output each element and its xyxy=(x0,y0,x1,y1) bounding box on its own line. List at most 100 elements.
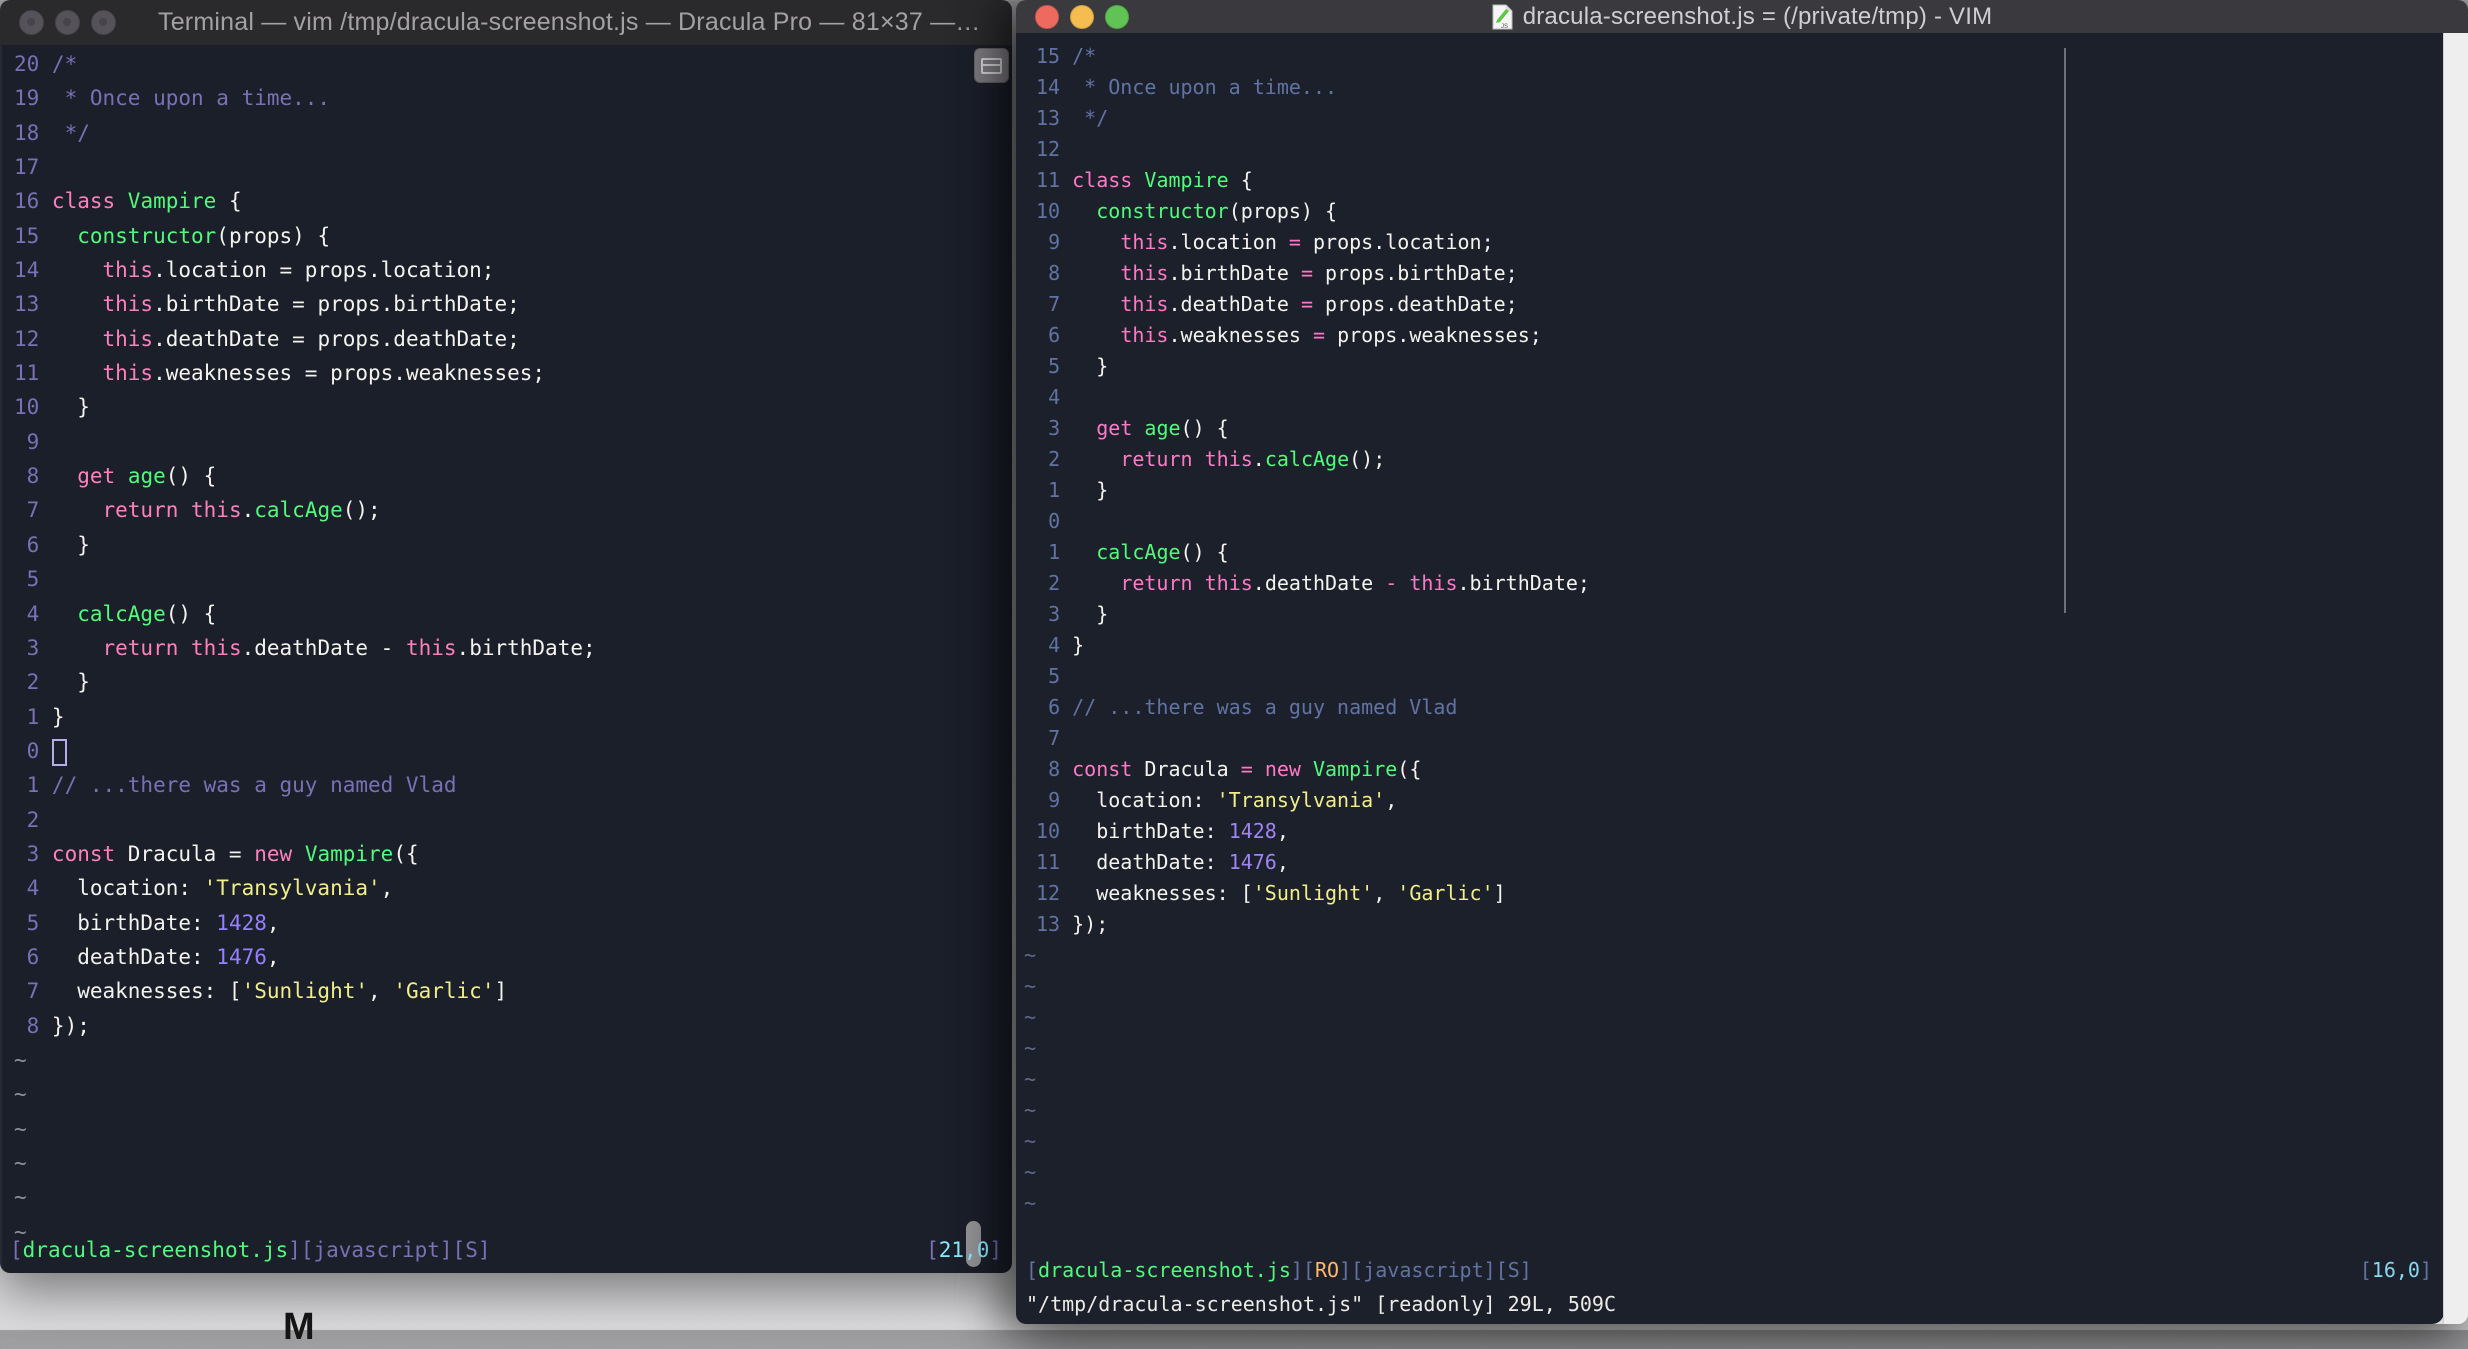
empty-line-tilde: ~ xyxy=(1024,1005,1037,1029)
code-line[interactable]: 6 } xyxy=(14,528,1012,562)
code-token: ({ xyxy=(393,841,419,866)
code-line[interactable]: 8}); xyxy=(14,1009,1012,1043)
code-line[interactable]: 13 */ xyxy=(1024,103,2444,134)
code-line[interactable]: 9 location: 'Transylvania', xyxy=(1024,785,2444,816)
code-line[interactable]: 5 xyxy=(14,562,1012,596)
code-line[interactable]: 3 get age() { xyxy=(1024,413,2444,444)
terminal-titlebar[interactable]: Terminal — vim /tmp/dracula-screenshot.j… xyxy=(0,0,1012,46)
code-token: } xyxy=(51,395,90,420)
split-pane-button[interactable] xyxy=(974,48,1009,83)
code-token: props.birthDate; xyxy=(1312,261,1518,285)
code-line[interactable]: 8 this.birthDate = props.birthDate; xyxy=(1024,258,2444,289)
code-line[interactable]: 4 calcAge() { xyxy=(14,597,1012,631)
code-line[interactable]: 7 return this.calcAge(); xyxy=(14,493,1012,527)
code-token: 'Transylvania' xyxy=(203,876,381,901)
code-line[interactable]: 4 xyxy=(1024,382,2444,413)
code-line[interactable]: 3 const Dracula = new Vampire({ xyxy=(14,837,1012,871)
code-line[interactable]: 11 class Vampire { xyxy=(1024,165,2444,196)
code-line[interactable]: 13 this.birthDate = props.birthDate; xyxy=(14,287,1012,321)
macvim-content[interactable]: 15/* 14 * Once upon a time... 13 */12 11 cla… xyxy=(1016,33,2444,1324)
code-token: // ...there was a guy named Vlad xyxy=(51,773,457,798)
code-token: } xyxy=(1072,633,1085,657)
code-line[interactable]: 15 /* xyxy=(1024,41,2444,72)
code-line[interactable]: 2 return this.calcAge(); xyxy=(1024,444,2444,475)
vim-buffer-right[interactable]: 15/* 14 * Once upon a time... 13 */12 11 cla… xyxy=(1016,41,2444,1219)
overlay-scrollbar-thumb[interactable] xyxy=(2064,48,2066,613)
code-line[interactable]: 20 /* xyxy=(14,47,1012,81)
line-number: 7 xyxy=(26,498,40,523)
code-line[interactable]: 8 get age() { xyxy=(14,459,1012,493)
minimize-button[interactable] xyxy=(1070,4,1094,29)
code-token: ] xyxy=(1493,881,1506,905)
code-line[interactable]: 12 this.deathDate = props.deathDate; xyxy=(14,322,1012,356)
line-number: 0 xyxy=(1048,509,1061,533)
code-line[interactable]: 5 } xyxy=(1024,351,2444,382)
macvim-titlebar[interactable]: JS dracula-screenshot.js = (/private/tmp… xyxy=(1016,0,2468,34)
zoom-button[interactable] xyxy=(1105,4,1129,29)
code-line[interactable]: 7 weaknesses: ['Sunlight', 'Garlic'] xyxy=(14,974,1012,1008)
code-line[interactable]: 2 return this.deathDate - this.birthDate… xyxy=(1024,568,2444,599)
code-line[interactable]: 1 // ...there was a guy named Vlad xyxy=(14,768,1012,802)
code-line[interactable]: 10 } xyxy=(14,390,1012,424)
macvim-scrollbar-track[interactable] xyxy=(2443,33,2468,1324)
code-line[interactable]: 7 xyxy=(1024,723,2444,754)
close-button[interactable] xyxy=(19,10,44,35)
code-line[interactable]: 7 this.deathDate = props.deathDate; xyxy=(1024,289,2444,320)
terminal-content[interactable]: 20/* 19 * Once upon a time... 18 */17 16 cla… xyxy=(0,45,1012,1273)
empty-line-tilde: ~ xyxy=(14,1082,27,1107)
code-line[interactable]: 12 weaknesses: ['Sunlight', 'Garlic'] xyxy=(1024,878,2444,909)
code-line[interactable]: 2 } xyxy=(14,665,1012,699)
code-token: calcAge xyxy=(1096,540,1181,564)
code-token: - xyxy=(1385,571,1398,595)
code-line[interactable]: 10 birthDate: 1428, xyxy=(1024,816,2444,847)
code-line[interactable]: 15 constructor(props) { xyxy=(14,219,1012,253)
code-line[interactable]: 6 deathDate: 1476, xyxy=(14,940,1012,974)
code-token: return xyxy=(102,635,179,660)
code-line[interactable]: 12 xyxy=(1024,134,2444,165)
code-token: props.location; xyxy=(1300,230,1494,254)
vim-statusline-right: [dracula-screenshot.js][RO][javascript][… xyxy=(1026,1256,2432,1284)
code-line[interactable]: 18 */ xyxy=(14,116,1012,150)
code-token: .deathDate = props.deathDate; xyxy=(153,326,520,351)
code-line[interactable]: 9 xyxy=(14,425,1012,459)
code-line[interactable]: 1 } xyxy=(1024,475,2444,506)
code-token: return xyxy=(1120,571,1193,595)
code-line[interactable]: 5 birthDate: 1428, xyxy=(14,906,1012,940)
code-line[interactable]: 0 xyxy=(14,734,1012,768)
minimize-button[interactable] xyxy=(55,10,80,35)
code-line[interactable]: 4 location: 'Transylvania', xyxy=(14,871,1012,905)
code-token: ][ xyxy=(439,1238,466,1262)
code-line[interactable]: 13}); xyxy=(1024,909,2444,940)
code-line[interactable]: 3 return this.deathDate - this.birthDate… xyxy=(14,631,1012,665)
code-line[interactable]: 11 this.weaknesses = props.weaknesses; xyxy=(14,356,1012,390)
empty-line-tilde: ~ xyxy=(1024,974,1037,998)
zoom-button[interactable] xyxy=(91,10,116,35)
code-line[interactable]: 6 this.weaknesses = props.weaknesses; xyxy=(1024,320,2444,351)
code-line[interactable]: 1 calcAge() { xyxy=(1024,537,2444,568)
code-line[interactable]: 0 xyxy=(1024,506,2444,537)
code-line[interactable]: 1} xyxy=(14,700,1012,734)
code-token: 1476 xyxy=(216,944,267,969)
code-token: .birthDate = props.birthDate; xyxy=(153,292,520,317)
code-line[interactable]: 9 this.location = props.location; xyxy=(1024,227,2444,258)
vim-buffer-left[interactable]: 20/* 19 * Once upon a time... 18 */17 16 cla… xyxy=(2,47,1012,1249)
code-token: ({ xyxy=(1397,757,1422,781)
svg-text:JS: JS xyxy=(1501,24,1508,30)
code-line[interactable]: 19 * Once upon a time... xyxy=(14,81,1012,115)
code-line[interactable]: 2 xyxy=(14,803,1012,837)
code-line[interactable]: 5 xyxy=(1024,661,2444,692)
close-button[interactable] xyxy=(1035,4,1059,29)
code-token: Vampire xyxy=(304,841,394,866)
code-line[interactable]: 11 deathDate: 1476, xyxy=(1024,847,2444,878)
code-token: weaknesses: [ xyxy=(1072,881,1253,905)
code-line[interactable]: 17 xyxy=(14,150,1012,184)
code-line[interactable]: 14 this.location = props.location; xyxy=(14,253,1012,287)
code-line[interactable]: 8 const Dracula = new Vampire({ xyxy=(1024,754,2444,785)
code-line[interactable]: 10 constructor(props) { xyxy=(1024,196,2444,227)
code-line[interactable]: 16 class Vampire { xyxy=(14,184,1012,218)
code-line[interactable]: 3 } xyxy=(1024,599,2444,630)
code-line[interactable]: 4} xyxy=(1024,630,2444,661)
code-line[interactable]: 14 * Once upon a time... xyxy=(1024,72,2444,103)
code-line[interactable]: 6 // ...there was a guy named Vlad xyxy=(1024,692,2444,723)
